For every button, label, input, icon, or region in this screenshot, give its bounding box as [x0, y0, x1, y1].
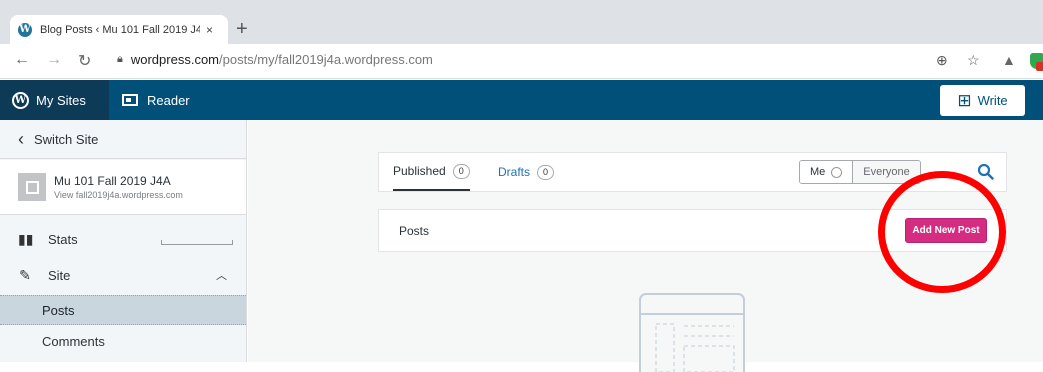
back-arrow-icon[interactable]: ←: [14, 51, 30, 69]
write-button[interactable]: ⊞ Write: [940, 85, 1025, 116]
browser-tab-strip: W Blog Posts ‹ Mu 101 Fall 2019 J4/ × +: [0, 0, 1043, 44]
switch-site-button[interactable]: ‹ Switch Site: [0, 120, 246, 159]
tab-drafts-label: Drafts: [498, 165, 531, 179]
switch-site-label: Switch Site: [34, 131, 99, 147]
stats-bar-chart-icon: ▮▮: [18, 230, 34, 247]
published-count-badge: 0: [452, 163, 470, 179]
browser-tab[interactable]: W Blog Posts ‹ Mu 101 Fall 2019 J4/ ×: [10, 15, 228, 44]
write-label: Write: [977, 93, 1008, 108]
chevron-left-icon: ‹: [18, 128, 24, 149]
tab-published-label: Published: [393, 164, 446, 178]
url-path: /posts/my/fall2019j4a.wordpress.com: [219, 52, 433, 67]
url-domain: wordpress.com: [130, 52, 219, 67]
main-content: Published 0 Drafts 0 Me Everyone Posts A…: [248, 120, 1043, 372]
browser-toolbar: ← → ↻ 🔒︎ wordpress.com/posts/my/fall2019…: [0, 44, 1043, 79]
lock-icon: 🔒︎: [117, 53, 123, 65]
sidebar: ‹ Switch Site Mu 101 Fall 2019 J4A View …: [0, 120, 247, 362]
sidebar-item-posts[interactable]: Posts: [0, 295, 246, 325]
comments-label: Comments: [42, 333, 105, 349]
stats-label: Stats: [48, 231, 78, 247]
tab-drafts[interactable]: Drafts 0: [498, 153, 555, 191]
posts-label: Posts: [42, 302, 75, 318]
posts-header-label: Posts: [399, 224, 430, 238]
reader-label: Reader: [147, 92, 190, 108]
tab-published[interactable]: Published 0: [393, 153, 470, 191]
extension-badge: [1036, 62, 1043, 71]
chevron-up-icon: ︿: [216, 270, 227, 282]
gravatar-icon: [831, 166, 843, 178]
reader-icon: [122, 94, 138, 106]
sidebar-item-stats[interactable]: ▮▮ Stats: [0, 221, 246, 257]
add-bookmark-icon[interactable]: ⊕: [936, 52, 948, 69]
forward-arrow-icon[interactable]: →: [46, 51, 62, 69]
site-label: Site: [48, 267, 71, 283]
site-placeholder-icon: [18, 173, 46, 201]
my-sites-button[interactable]: W My Sites: [0, 80, 109, 120]
empty-posts-illustration: [639, 293, 745, 372]
filter-me-button[interactable]: Me: [800, 161, 854, 183]
site-name: Mu 101 Fall 2019 J4A: [54, 174, 171, 188]
tab-title: Blog Posts ‹ Mu 101 Fall 2019 J4/: [40, 23, 200, 36]
sidebar-item-site[interactable]: ✎ Site ︿: [0, 257, 246, 293]
search-icon[interactable]: [977, 163, 994, 180]
pencil-icon: ✎: [19, 266, 31, 283]
star-icon[interactable]: ☆: [967, 52, 980, 69]
sidebar-item-comments[interactable]: Comments: [0, 326, 246, 356]
my-sites-label: My Sites: [36, 92, 86, 108]
new-tab-button[interactable]: +: [236, 16, 248, 42]
stats-sparkline: [161, 240, 233, 245]
extension-icon[interactable]: ▲: [1002, 52, 1016, 68]
tab-close-icon[interactable]: ×: [206, 23, 213, 37]
wordpress-favicon-icon: W: [18, 22, 32, 37]
write-plus-icon: ⊞: [957, 91, 972, 110]
address-bar[interactable]: 🔒︎ wordpress.com/posts/my/fall2019j4a.wo…: [117, 52, 433, 67]
wp-masterbar: W My Sites Reader ⊞ Write: [0, 80, 1043, 120]
author-filter-toggle: Me Everyone: [799, 160, 921, 184]
filter-me-label: Me: [810, 166, 826, 178]
wordpress-logo-icon: W: [12, 91, 29, 109]
reader-button[interactable]: Reader: [122, 80, 190, 120]
filter-everyone-label: Everyone: [863, 166, 910, 178]
site-url[interactable]: View fall2019j4a.wordpress.com: [54, 190, 183, 200]
annotation-circle: [878, 171, 1006, 293]
drafts-count-badge: 0: [537, 164, 555, 180]
current-site-card[interactable]: Mu 101 Fall 2019 J4A View fall2019j4a.wo…: [0, 160, 246, 215]
reload-icon[interactable]: ↻: [78, 51, 91, 71]
